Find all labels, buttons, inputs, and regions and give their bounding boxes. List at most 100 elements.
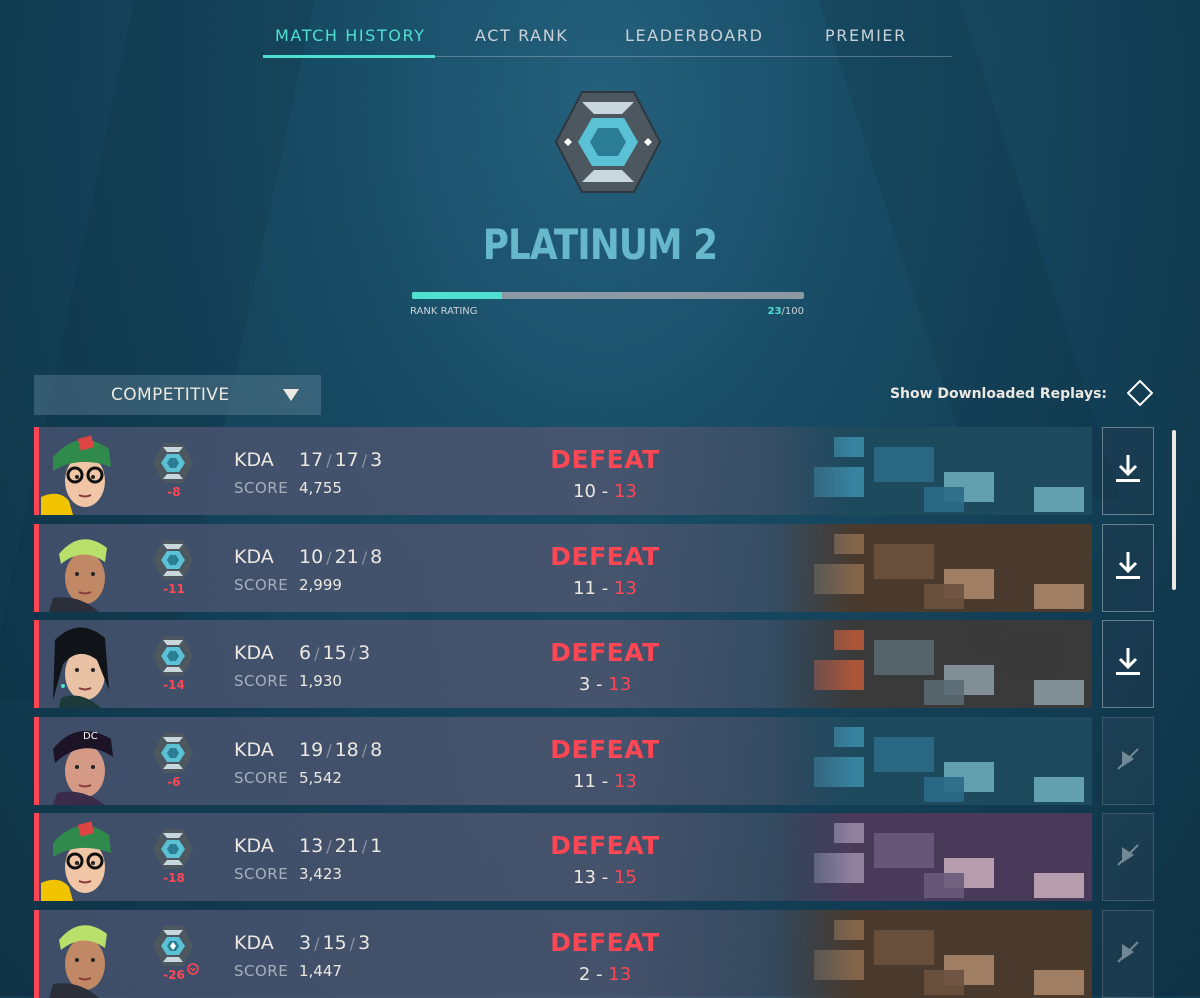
map-thumbnail: [774, 909, 1092, 998]
kda-value: 19/18/8: [299, 739, 382, 761]
score-label: SCORE: [234, 479, 289, 497]
tab-premier[interactable]: PREMIER: [825, 26, 907, 45]
show-replays-label: Show Downloaded Replays:: [889, 386, 1107, 402]
score-label: SCORE: [234, 768, 289, 787]
score-label: SCORE: [234, 672, 289, 690]
kda-separator: /: [349, 933, 356, 953]
replay-unavailable-button[interactable]: [1102, 909, 1154, 998]
enemy-score: 13: [613, 577, 637, 599]
match-rank-icon: [151, 634, 195, 678]
kda-separator: /: [314, 933, 320, 953]
enemy-score: 13: [608, 674, 632, 695]
team-score: 11: [573, 577, 597, 599]
match-result: DEFEAT: [550, 734, 660, 764]
enemy-score: 13: [613, 481, 637, 502]
kda-value: 3/15/3: [299, 932, 370, 954]
enemy-score: 13: [613, 770, 637, 792]
agent-portrait-reyna: DC: [39, 717, 123, 805]
agent-portrait-neon-blonde: [39, 524, 123, 612]
kda-separator: /: [326, 547, 332, 567]
queue-dropdown[interactable]: COMPETITIVE: [34, 375, 321, 415]
team-score: 11: [573, 770, 597, 792]
kda-value: 13/21/1: [299, 835, 382, 857]
match-row[interactable]: -26 KDA 3/15/3 SCORE 1,447 DEFEAT 2 - 13: [34, 909, 1092, 998]
unavailable-icon: [1114, 841, 1142, 873]
score-value: 1,930: [299, 672, 342, 690]
map-thumbnail: [774, 523, 1092, 612]
match-rank-icon: [151, 827, 195, 871]
score-dash: -: [601, 867, 609, 888]
assists: 3: [370, 449, 383, 471]
enemy-score: 15: [613, 867, 637, 888]
score-value: 1,447: [299, 961, 342, 980]
kda-label: KDA: [234, 931, 274, 954]
rr-change: -18: [163, 871, 185, 885]
map-thumbnail: [774, 813, 1092, 901]
deaths: 18: [334, 738, 359, 761]
match-row[interactable]: DC -6 KDA 19/18/8 SCORE 5,542 DEFEAT 11 - 13: [34, 716, 1092, 805]
match-result: DEFEAT: [550, 927, 660, 957]
match-rank-icon: [151, 441, 195, 485]
kda-separator: /: [349, 644, 356, 663]
team-score: 3: [578, 674, 591, 695]
platinum-rank-icon: [554, 91, 662, 193]
assists: 3: [358, 642, 371, 664]
match-row[interactable]: -8 KDA 17/17/3 SCORE 4,755 DEFEAT 10 - 13: [34, 427, 1092, 515]
kda-separator: /: [361, 837, 368, 856]
deaths: 21: [334, 545, 359, 568]
score-value: 5,542: [299, 768, 342, 787]
round-score: 10 - 13: [504, 481, 706, 502]
match-rank-icon: [151, 538, 195, 582]
score-dash: -: [601, 577, 609, 599]
match-row[interactable]: -14 KDA 6/15/3 SCORE 1,930 DEFEAT 3 - 13: [34, 620, 1092, 708]
rank-rating-bar: [412, 292, 804, 299]
queue-dropdown-label: COMPETITIVE: [111, 385, 230, 405]
kda-label: KDA: [234, 835, 274, 857]
top-tab-bar: MATCH HISTORY ACT RANK LEADERBOARD PREMI…: [263, 22, 952, 58]
kda-separator: /: [361, 547, 368, 567]
kda-label: KDA: [234, 449, 274, 471]
tab-match-history[interactable]: MATCH HISTORY: [275, 26, 426, 45]
replay-unavailable-button[interactable]: [1102, 716, 1154, 805]
score-label: SCORE: [234, 865, 289, 883]
kda-value: 6/15/3: [299, 642, 370, 664]
assists: 1: [370, 835, 383, 857]
replays-toggle-diamond-icon[interactable]: [1127, 380, 1153, 406]
kills: 19: [299, 738, 324, 761]
tab-act-rank[interactable]: ACT RANK: [475, 26, 568, 45]
kills: 3: [299, 931, 312, 954]
tab-leaderboard[interactable]: LEADERBOARD: [625, 26, 764, 45]
unavailable-icon: [1114, 745, 1142, 777]
assists: 8: [370, 738, 383, 761]
match-row[interactable]: -18 KDA 13/21/1 SCORE 3,423 DEFEAT 13 - 15: [34, 813, 1092, 901]
kda-label: KDA: [234, 642, 274, 664]
rr-change: -26: [163, 967, 185, 982]
rank-rating-value: 23/100: [768, 306, 804, 317]
map-thumbnail: [774, 427, 1092, 515]
kills: 17: [299, 449, 324, 471]
match-row[interactable]: -11 KDA 10/21/8 SCORE 2,999 DEFEAT 11 - 13: [34, 523, 1092, 612]
rank-name: PLATINUM 2: [482, 220, 718, 269]
assists: 3: [358, 931, 371, 954]
kda-separator: /: [361, 451, 368, 470]
download-replay-button[interactable]: [1102, 620, 1154, 708]
rank-rating-current: 23: [767, 306, 782, 317]
map-thumbnail: [774, 620, 1092, 708]
scrollbar[interactable]: [1172, 430, 1176, 590]
download-icon: [1114, 453, 1142, 489]
kda-value: 10/21/8: [299, 546, 382, 568]
download-replay-button[interactable]: [1102, 523, 1154, 612]
kills: 10: [299, 545, 324, 568]
score-label: SCORE: [234, 961, 289, 980]
kda-label: KDA: [234, 738, 274, 761]
replay-unavailable-button[interactable]: [1102, 813, 1154, 901]
match-result: DEFEAT: [550, 638, 660, 667]
kda-separator: /: [314, 644, 320, 663]
enemy-score: 13: [608, 963, 632, 985]
agent-portrait-sage: [39, 620, 123, 708]
round-score: 13 - 15: [504, 867, 706, 888]
rank-rating-label: RANK RATING: [410, 306, 478, 317]
score-dash: -: [596, 674, 603, 695]
download-replay-button[interactable]: [1102, 427, 1154, 515]
match-rank-icon: [151, 924, 195, 968]
